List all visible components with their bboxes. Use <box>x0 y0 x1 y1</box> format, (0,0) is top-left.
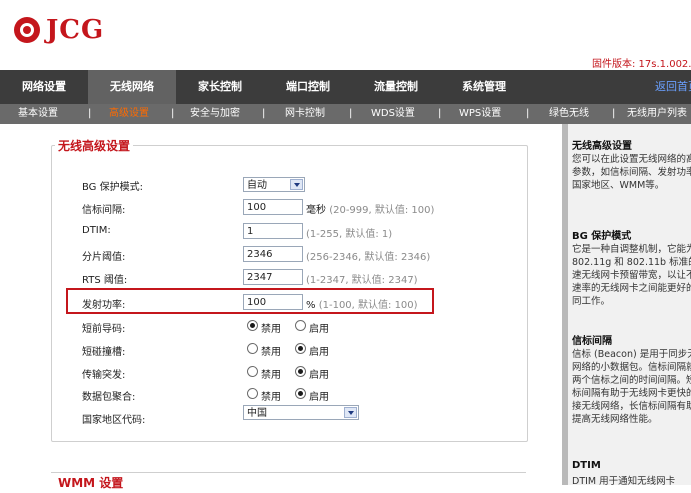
subnav-separator: | <box>262 108 266 119</box>
beacon-interval-unit: 毫秒 (20-999, 默认值: 100) <box>306 201 434 216</box>
dtim-hint: (1-255, 默认值: 1) <box>306 229 393 240</box>
fragment-threshold-hint: (256-2346, 默认值: 2346) <box>306 252 431 263</box>
tx-burst-enable-label: 启用 <box>309 370 329 381</box>
help-title: 无线高级设置 <box>572 141 632 152</box>
help-text: 信标 (Beacon) 是用于同步无线网络的小数据包。信标间隔就是两个信标之间的… <box>572 349 691 425</box>
short-preamble-disable-radio[interactable] <box>247 320 258 331</box>
subnav-basic[interactable]: 基本设置 <box>18 104 58 124</box>
help-panel: 无线高级设置 您可以在此设置无线网络的高级参数，如信标间隔、发射功率、国家地区、… <box>568 124 691 485</box>
header: JCG 固件版本: 17s.1.002.78 <box>0 0 691 70</box>
subnav-advanced[interactable]: 高级设置 <box>109 104 149 124</box>
firmware-version: 固件版本: 17s.1.002.78 <box>592 59 691 70</box>
short-preamble-label: 短前导码: <box>82 324 126 335</box>
subnav-nic-control[interactable]: 网卡控制 <box>285 104 325 124</box>
short-preamble-enable-radio[interactable] <box>295 320 306 331</box>
subnav-separator: | <box>438 108 442 119</box>
tx-power-input[interactable]: 100 <box>243 294 303 310</box>
country-code-value: 中国 <box>247 408 267 419</box>
tx-burst-disable-radio[interactable] <box>247 366 258 377</box>
tx-power-unit-text: % <box>306 300 316 311</box>
nav-traffic-control[interactable]: 流量控制 <box>352 70 440 104</box>
logo-icon <box>14 17 40 43</box>
main-nav: 网络设置 无线网络 家长控制 端口控制 流量控制 系统管理 返回首页 <box>0 70 691 104</box>
nav-network-settings[interactable]: 网络设置 <box>0 70 88 104</box>
subnav-separator: | <box>171 108 175 119</box>
packet-aggregation-disable-radio[interactable] <box>247 388 258 399</box>
country-code-select[interactable]: 中国 <box>243 405 359 420</box>
subnav-green-wireless[interactable]: 绿色无线 <box>549 104 589 124</box>
beacon-interval-label: 信标间隔: <box>82 205 126 216</box>
help-text: 它是一种自调整机制，它能为 802.11g 和 802.11b 标准的低速无线网… <box>572 244 691 307</box>
nav-system-management[interactable]: 系统管理 <box>440 70 528 104</box>
short-slot-disable-radio[interactable] <box>247 343 258 354</box>
tx-burst-label: 传输突发: <box>82 370 126 381</box>
help-title: BG 保护模式 <box>572 231 632 242</box>
sub-nav: 基本设置 | 高级设置 | 安全与加密 | 网卡控制 | WDS设置 | WPS… <box>0 104 691 124</box>
subnav-separator: | <box>88 108 92 119</box>
help-title: 信标间隔 <box>572 336 612 347</box>
beacon-hint: (20-999, 默认值: 100) <box>329 205 435 216</box>
back-home-link[interactable]: 返回首页 <box>655 70 691 104</box>
packet-aggregation-enable-radio[interactable] <box>295 388 306 399</box>
fragment-threshold-label: 分片阈值: <box>82 252 126 263</box>
dtim-label: DTIM: <box>82 225 111 236</box>
subnav-wps[interactable]: WPS设置 <box>459 104 501 124</box>
rts-threshold-input[interactable]: 2347 <box>243 269 303 285</box>
packet-aggregation-enable-label: 启用 <box>309 392 329 403</box>
subnav-wireless-clients[interactable]: 无线用户列表 <box>627 104 687 124</box>
help-text: 您可以在此设置无线网络的高级参数，如信标间隔、发射功率、国家地区、WMM等。 <box>572 154 691 191</box>
short-slot-enable-radio[interactable] <box>295 343 306 354</box>
packet-aggregation-disable-label: 禁用 <box>261 392 281 403</box>
logo-text: JCG <box>46 15 105 45</box>
tx-power-label: 发射功率: <box>82 300 126 311</box>
subnav-separator: | <box>349 108 353 119</box>
short-preamble-enable-label: 启用 <box>309 324 329 335</box>
subnav-separator: | <box>612 108 616 119</box>
nav-port-control[interactable]: 端口控制 <box>264 70 352 104</box>
short-preamble-disable-label: 禁用 <box>261 324 281 335</box>
bg-protection-value: 自动 <box>247 180 267 191</box>
tx-burst-enable-radio[interactable] <box>295 366 306 377</box>
nav-wireless[interactable]: 无线网络 <box>88 70 176 104</box>
tx-power-unit: % (1-100, 默认值: 100) <box>306 296 418 311</box>
dtim-input[interactable]: 1 <box>243 223 303 239</box>
wmm-title: WMM 设置 <box>55 474 127 491</box>
chevron-down-icon <box>290 179 303 190</box>
beacon-interval-input[interactable]: 100 <box>243 199 303 215</box>
short-slot-label: 短碰撞槽: <box>82 347 126 358</box>
subnav-separator: | <box>526 108 530 119</box>
short-slot-enable-label: 启用 <box>309 347 329 358</box>
short-slot-disable-label: 禁用 <box>261 347 281 358</box>
chevron-down-icon <box>344 407 357 418</box>
bg-protection-label: BG 保护模式: <box>82 182 143 193</box>
beacon-unit-text: 毫秒 <box>306 205 326 216</box>
rts-threshold-label: RTS 阈值: <box>82 275 128 286</box>
tx-burst-disable-label: 禁用 <box>261 370 281 381</box>
nav-parental-control[interactable]: 家长控制 <box>176 70 264 104</box>
subnav-security[interactable]: 安全与加密 <box>190 104 240 124</box>
bg-protection-select[interactable]: 自动 <box>243 177 305 192</box>
tx-power-hint: (1-100, 默认值: 100) <box>318 300 418 311</box>
fragment-threshold-input[interactable]: 2346 <box>243 246 303 262</box>
country-code-label: 国家地区代码: <box>82 415 146 426</box>
help-text: DTIM 用于通知无线网卡 <box>572 476 676 485</box>
panel-title: 无线高级设置 <box>55 137 134 154</box>
packet-aggregation-label: 数据包聚合: <box>82 392 136 403</box>
logo: JCG <box>14 12 104 48</box>
subnav-wds[interactable]: WDS设置 <box>371 104 415 124</box>
help-title: DTIM <box>572 460 601 471</box>
rts-threshold-hint: (1-2347, 默认值: 2347) <box>306 275 418 286</box>
